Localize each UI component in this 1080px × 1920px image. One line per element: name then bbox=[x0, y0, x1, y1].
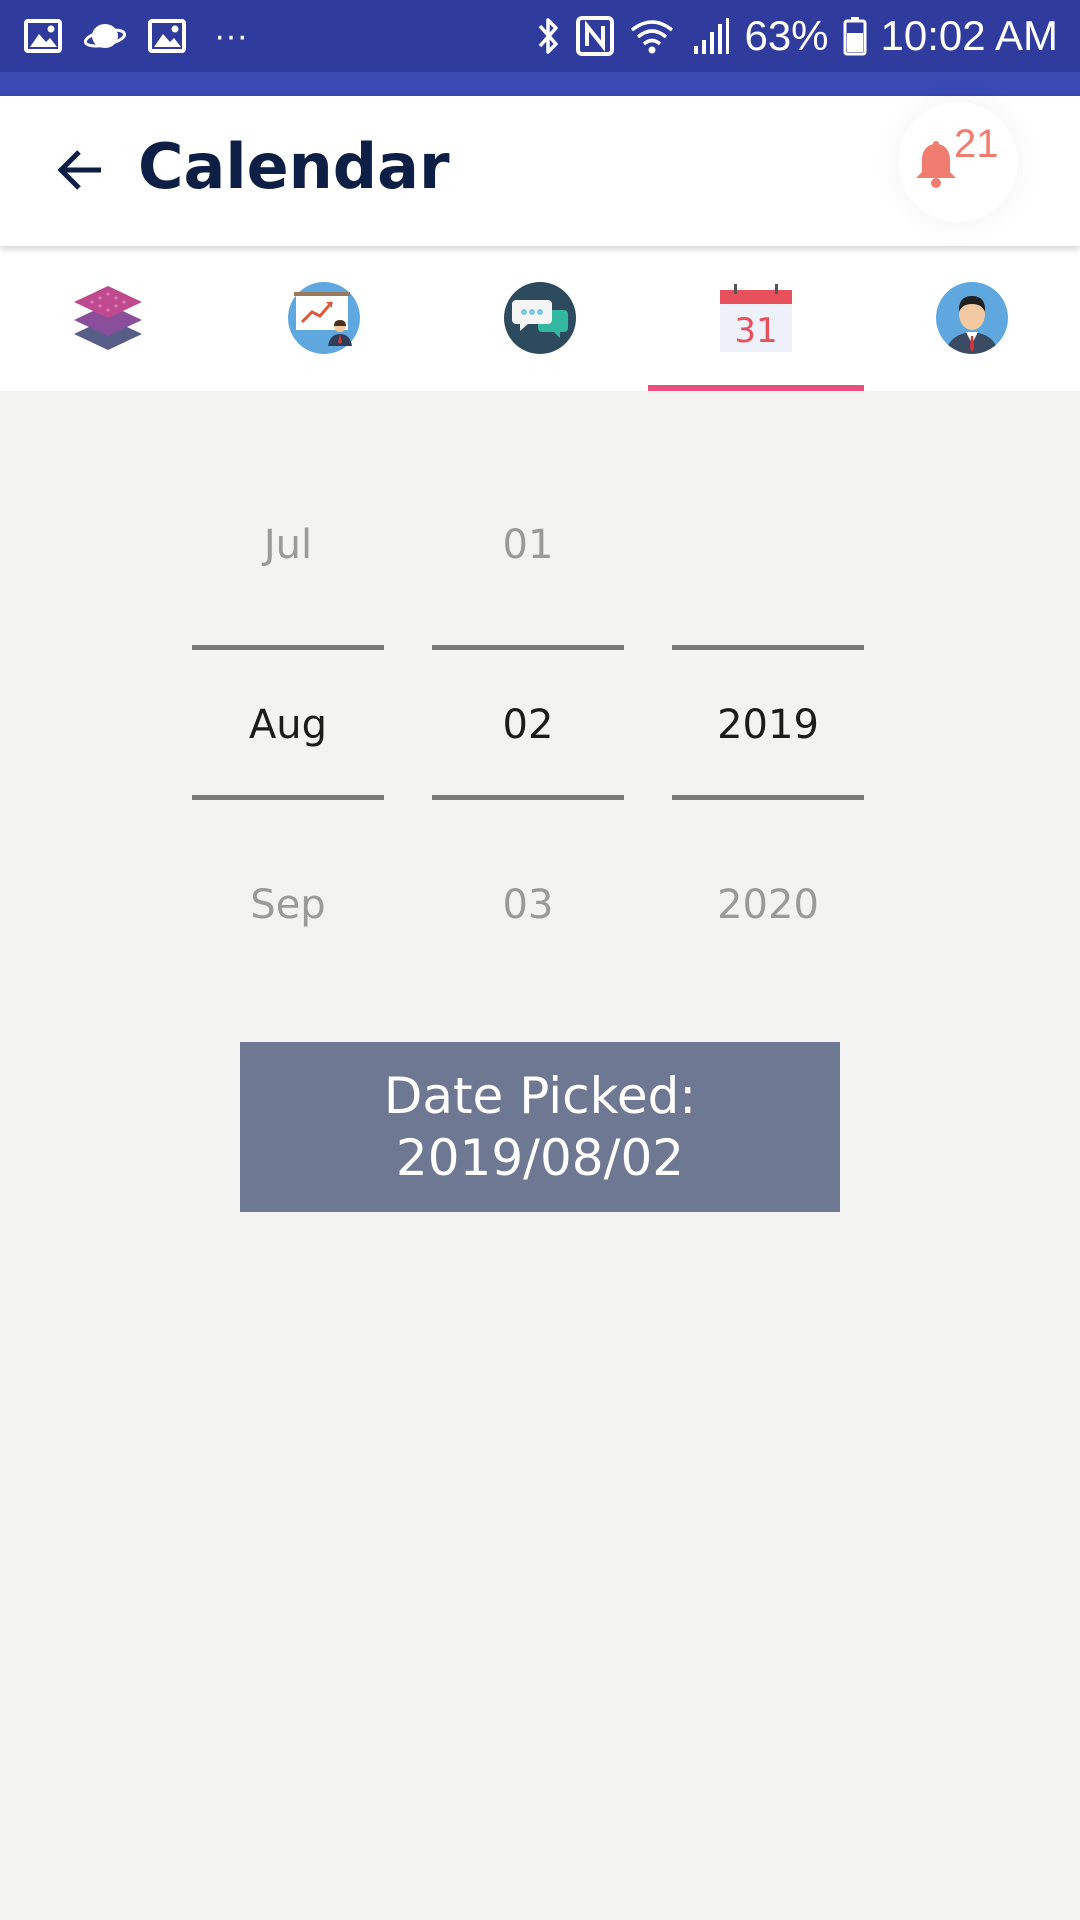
chat-icon bbox=[504, 282, 576, 354]
wifi-icon bbox=[628, 16, 676, 56]
year-picker[interactable]: 2019 2020 bbox=[672, 480, 864, 980]
status-bar: ··· 63% 10:02 AM bbox=[0, 0, 1080, 72]
image-icon bbox=[148, 19, 186, 53]
calendar-date-label: 31 bbox=[734, 311, 777, 351]
screen: ··· 63% 10:02 AM Calendar 21 31 Jul Aug … bbox=[0, 0, 1080, 1920]
tab-chat[interactable] bbox=[432, 246, 648, 391]
clock: 10:02 AM bbox=[880, 12, 1058, 59]
page-title: Calendar bbox=[138, 130, 450, 203]
image-icon bbox=[24, 19, 62, 53]
more-notifications-indicator: ··· bbox=[214, 16, 248, 55]
battery-percent: 63% bbox=[744, 12, 829, 59]
tab-profile[interactable] bbox=[864, 246, 1080, 391]
day-next-option[interactable]: 03 bbox=[432, 882, 624, 928]
notification-count-badge: 21 bbox=[954, 122, 999, 166]
month-prev-option[interactable]: Jul bbox=[192, 522, 384, 568]
year-next-option[interactable]: 2020 bbox=[672, 882, 864, 928]
battery-icon bbox=[843, 16, 867, 56]
presentation-icon bbox=[288, 282, 360, 354]
signal-icon bbox=[690, 16, 730, 56]
day-picker[interactable]: 01 02 03 bbox=[432, 480, 624, 980]
date-picked-label: Date Picked: bbox=[383, 1067, 697, 1125]
date-picked-result: Date Picked: 2019/08/02 bbox=[240, 1042, 840, 1212]
calendar-icon: 31 bbox=[720, 282, 792, 354]
day-selection-line-bottom bbox=[432, 795, 624, 800]
arrow-back-icon bbox=[55, 147, 105, 198]
tab-bar: 31 bbox=[0, 246, 1080, 391]
month-selected-option[interactable]: Aug bbox=[192, 702, 384, 748]
notifications-button[interactable]: 21 bbox=[898, 102, 1018, 222]
tab-calendar[interactable]: 31 bbox=[648, 246, 864, 391]
bell-icon bbox=[912, 140, 960, 195]
year-selected-option[interactable]: 2019 bbox=[672, 702, 864, 748]
month-selection-line-top bbox=[192, 645, 384, 650]
nfc-icon bbox=[576, 16, 615, 56]
bluetooth-icon bbox=[536, 16, 562, 56]
year-selection-line-top bbox=[672, 645, 864, 650]
date-picked-value: 2019/08/02 bbox=[395, 1129, 685, 1187]
day-prev-option[interactable]: 01 bbox=[432, 522, 624, 568]
month-picker[interactable]: Jul Aug Sep bbox=[192, 480, 384, 980]
status-bar-strip bbox=[0, 72, 1080, 96]
app-bar: Calendar 21 bbox=[0, 96, 1080, 246]
profile-icon bbox=[936, 282, 1008, 354]
month-next-option[interactable]: Sep bbox=[192, 882, 384, 928]
tab-selected-indicator bbox=[648, 385, 864, 391]
back-button[interactable] bbox=[48, 142, 112, 202]
year-selection-line-bottom bbox=[672, 795, 864, 800]
tab-presentation[interactable] bbox=[216, 246, 432, 391]
tab-layers[interactable] bbox=[0, 246, 216, 391]
day-selection-line-top bbox=[432, 645, 624, 650]
month-selection-line-bottom bbox=[192, 795, 384, 800]
planet-icon bbox=[84, 19, 126, 53]
day-selected-option[interactable]: 02 bbox=[432, 702, 624, 748]
layers-icon bbox=[72, 282, 144, 354]
